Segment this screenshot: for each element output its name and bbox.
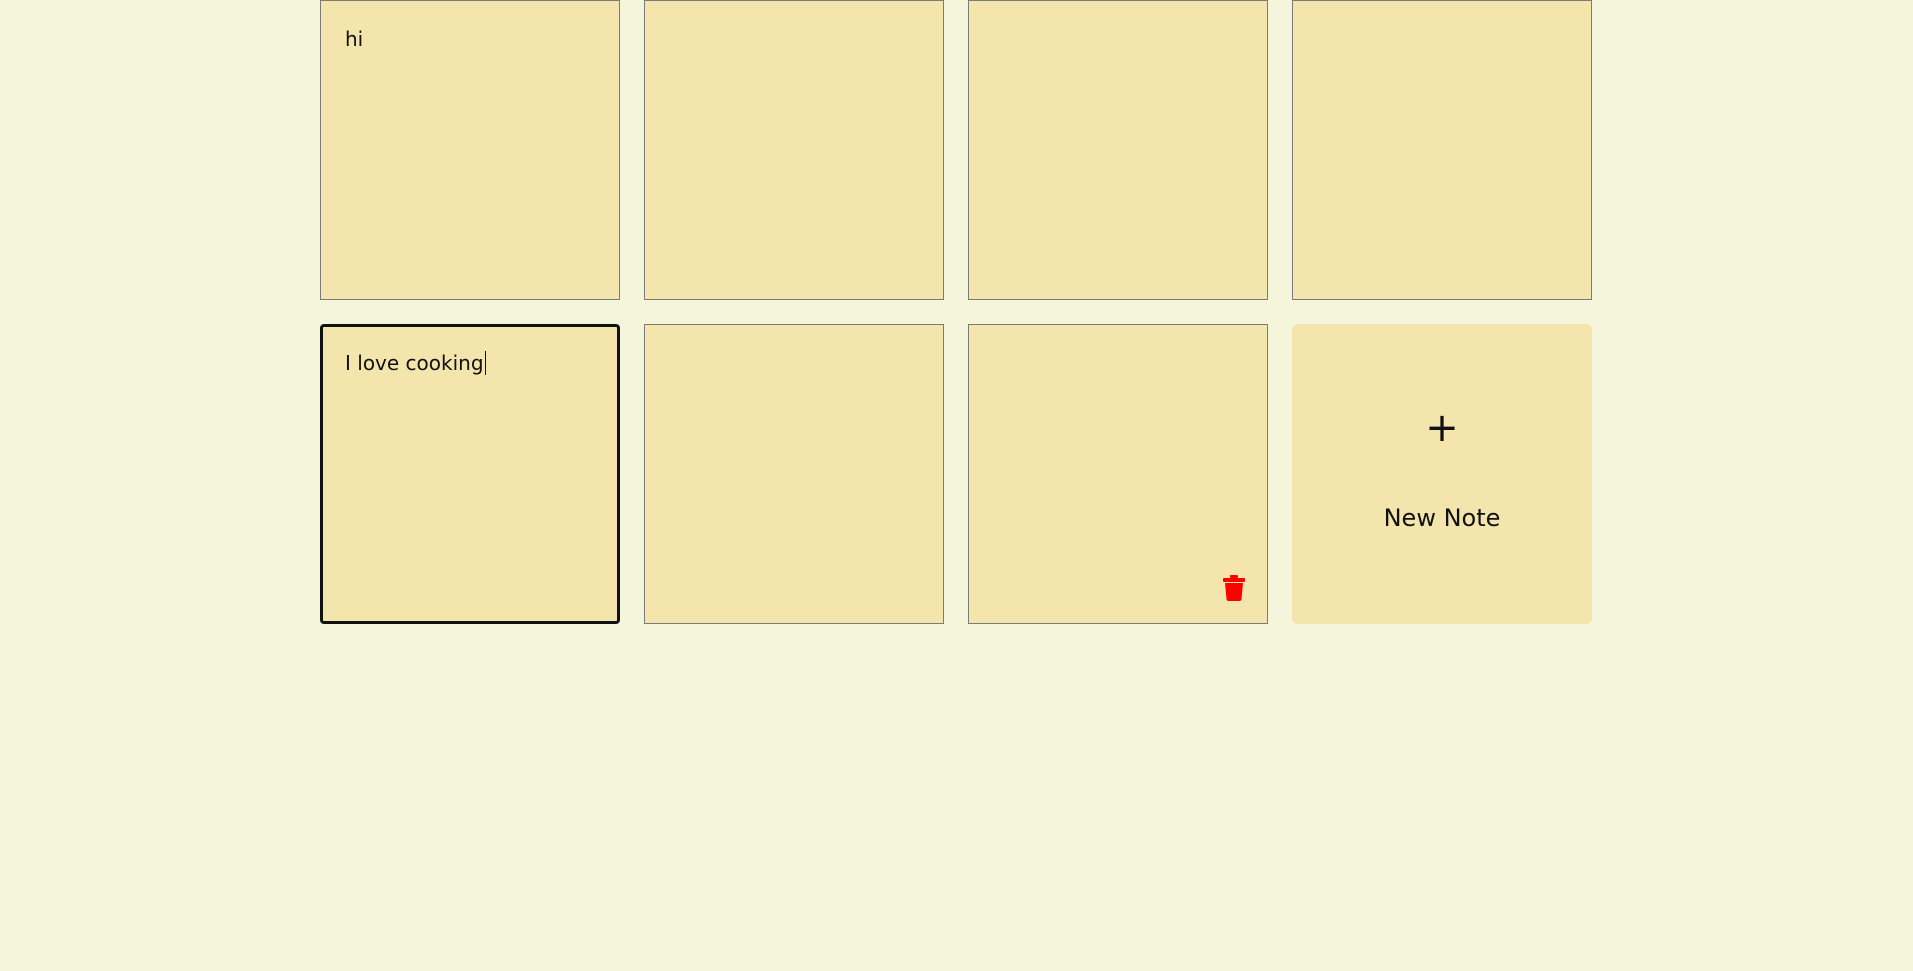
notes-grid: hi I love cooking + New Note — [320, 0, 1594, 624]
note-card[interactable] — [644, 0, 944, 300]
note-card[interactable] — [644, 324, 944, 624]
note-card-focused[interactable]: I love cooking — [320, 324, 620, 624]
note-text[interactable]: hi — [345, 27, 363, 51]
delete-note-button[interactable] — [1223, 575, 1245, 601]
note-card[interactable] — [968, 0, 1268, 300]
note-text-editing[interactable]: I love cooking — [345, 351, 486, 375]
note-card[interactable] — [1292, 0, 1592, 300]
note-card-hovered[interactable] — [968, 324, 1268, 624]
note-card[interactable]: hi — [320, 0, 620, 300]
trash-icon — [1223, 575, 1245, 601]
new-note-button[interactable]: + New Note — [1292, 324, 1592, 624]
text-caret — [484, 351, 486, 375]
plus-icon: + — [1425, 405, 1459, 451]
note-text-value: I love cooking — [345, 351, 484, 375]
new-note-label: New Note — [1383, 504, 1501, 532]
